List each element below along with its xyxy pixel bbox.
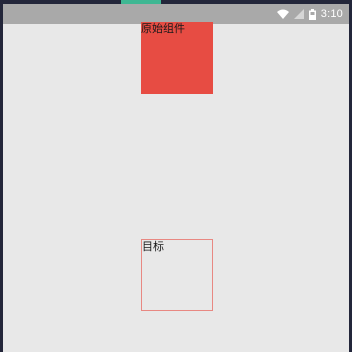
- target-view[interactable]: 目标: [141, 239, 213, 311]
- wifi-icon: [276, 9, 289, 19]
- status-time: 3:10: [320, 8, 343, 20]
- status-icons: 3:10: [276, 4, 343, 24]
- source-view-label: 原始组件: [141, 22, 185, 35]
- battery-icon: [308, 8, 316, 20]
- target-view-label: 目标: [142, 240, 164, 253]
- status-bar: 3:10: [3, 4, 349, 24]
- source-view[interactable]: 原始组件: [141, 22, 213, 94]
- signal-icon: [293, 9, 304, 19]
- device-frame: 3:10 原始组件 目标: [0, 0, 352, 352]
- content-area: 原始组件 目标: [3, 22, 349, 352]
